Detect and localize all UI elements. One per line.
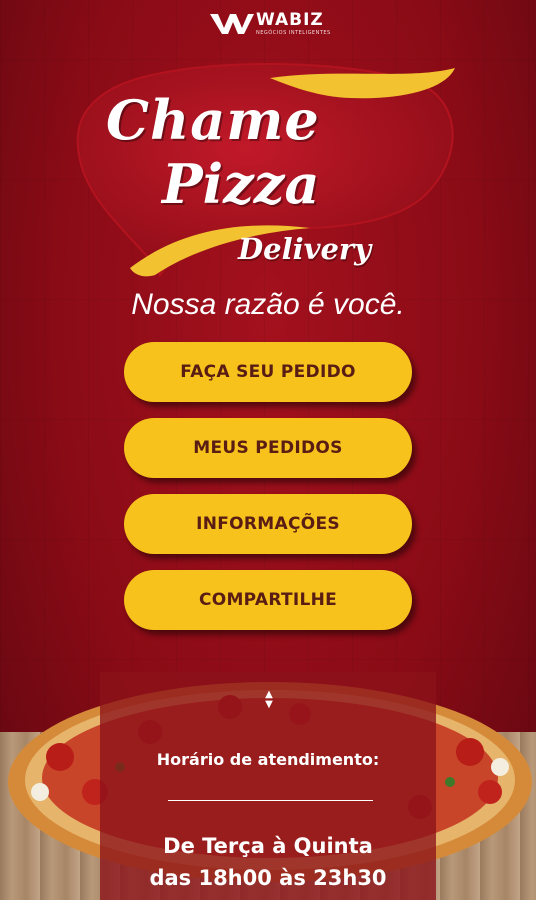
logo-word-delivery: Delivery bbox=[238, 232, 372, 266]
information-button[interactable]: INFORMAÇÕES bbox=[124, 494, 412, 554]
opening-hours-title: Horário de atendimento: bbox=[156, 750, 380, 769]
brand-tagline: NEGÓCIOS INTELIGENTES bbox=[256, 30, 331, 36]
chame-pizza-logo: Chame Pizza Delivery bbox=[70, 60, 470, 290]
wabiz-logo-icon bbox=[210, 14, 254, 34]
wabiz-brand: WABIZ NEGÓCIOS INTELIGENTES bbox=[210, 10, 350, 42]
brand-name: WABIZ bbox=[256, 10, 324, 30]
logo-word-chame: Chame bbox=[106, 88, 320, 152]
opening-days: De Terça à Quinta bbox=[163, 834, 373, 858]
order-button[interactable]: FAÇA SEU PEDIDO bbox=[124, 342, 412, 402]
share-button[interactable]: COMPARTILHE bbox=[124, 570, 412, 630]
scroll-arrows-icon[interactable]: ▲ ▼ bbox=[262, 690, 276, 710]
logo-word-pizza: Pizza bbox=[162, 152, 320, 216]
opening-time: das 18h00 às 23h30 bbox=[149, 866, 387, 890]
slogan: Nossa razão é você. bbox=[131, 288, 405, 321]
hours-divider bbox=[168, 800, 373, 801]
my-orders-button[interactable]: MEUS PEDIDOS bbox=[124, 418, 412, 478]
